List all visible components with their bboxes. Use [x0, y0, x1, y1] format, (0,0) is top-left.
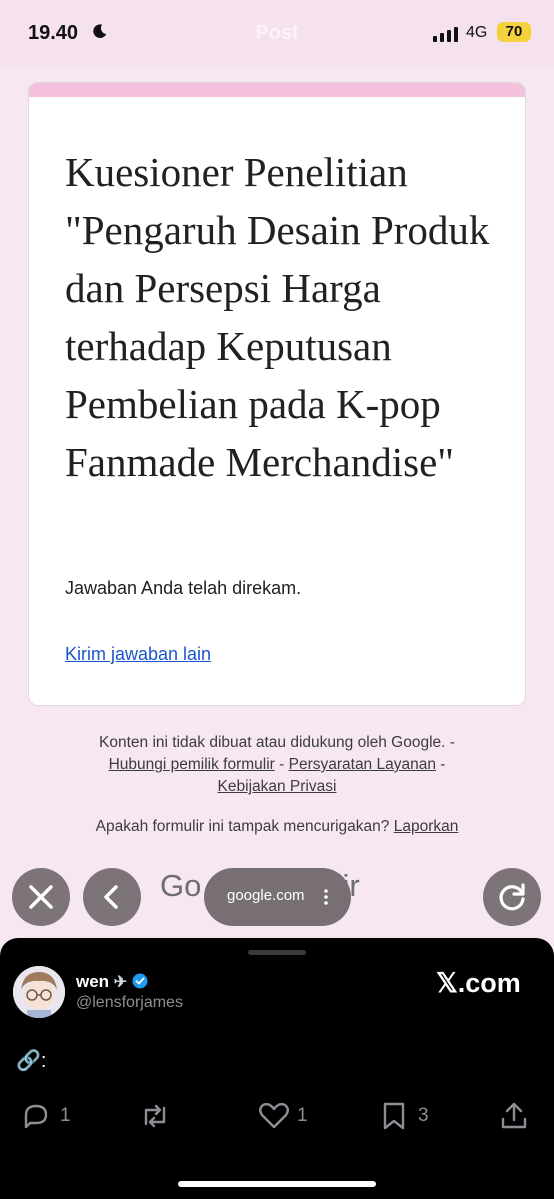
url-text: google.com: [227, 887, 305, 904]
url-pill[interactable]: google.com: [204, 868, 351, 926]
bookmark-button[interactable]: 3: [378, 1100, 438, 1132]
link-separator: -: [435, 756, 446, 773]
reply-count: 1: [60, 1105, 71, 1126]
tweet-handle: @lensforjames: [76, 994, 183, 1011]
report-prompt: Apakah formulir ini tampak mencurigakan?: [95, 818, 390, 835]
contact-owner-link[interactable]: Hubungi pemilik formulir: [109, 756, 275, 773]
share-icon: [501, 1102, 527, 1129]
report-link[interactable]: Laporkan: [394, 818, 459, 835]
reload-button[interactable]: [483, 868, 541, 926]
bookmark-icon: [383, 1102, 405, 1130]
like-count: 1: [297, 1105, 308, 1126]
status-bar: 19.40 Post 4G 70: [0, 0, 554, 66]
link-separator: -: [274, 756, 289, 773]
footer-links-row: Hubungi pemilik formulir - Persyaratan L…: [0, 754, 554, 776]
home-indicator[interactable]: [178, 1181, 376, 1187]
network-type: 4G: [466, 24, 488, 41]
repost-button[interactable]: [138, 1100, 178, 1132]
tweet-text: 🔗:: [16, 1050, 47, 1072]
privacy-link[interactable]: Kebijakan Privasi: [218, 778, 337, 795]
disclaimer-text: Konten ini tidak dibuat atau didukung ol…: [99, 734, 455, 751]
back-button[interactable]: [83, 868, 141, 926]
footer-disclaimer: Konten ini tidak dibuat atau didukung ol…: [0, 732, 554, 798]
avatar[interactable]: [13, 966, 65, 1018]
tweet-username[interactable]: wen ✈: [76, 972, 148, 992]
reply-icon: [24, 1104, 48, 1129]
x-logo-link[interactable]: 𝕏.com: [436, 968, 521, 999]
more-icon[interactable]: [324, 888, 328, 906]
verified-icon: [132, 973, 148, 989]
heart-icon: [259, 1102, 289, 1129]
form-title: Kuesioner Penelitian "Pengaruh Desain Pr…: [65, 149, 490, 485]
close-button[interactable]: [12, 868, 70, 926]
card-accent-bar: [29, 83, 525, 97]
battery-icon: 70: [497, 22, 531, 42]
report-row: Apakah formulir ini tampak mencurigakan?…: [0, 816, 554, 838]
reload-icon: [499, 883, 525, 911]
wing-icon: ✈: [113, 974, 128, 991]
close-icon: [29, 885, 53, 909]
avatar-illustration: [13, 966, 65, 1018]
repost-icon: [144, 1104, 166, 1128]
sheet-drag-handle[interactable]: [248, 950, 306, 955]
back-icon: [104, 885, 118, 909]
reply-button[interactable]: 1: [20, 1100, 80, 1132]
terms-link[interactable]: Persyaratan Layanan: [289, 756, 436, 773]
like-button[interactable]: 1: [257, 1100, 317, 1132]
logo-left: Go: [160, 868, 202, 903]
submit-another-link[interactable]: Kirim jawaban lain: [65, 644, 211, 665]
response-recorded-message: Jawaban Anda telah direkam.: [65, 578, 302, 598]
bookmark-count: 3: [418, 1105, 429, 1126]
signal-icon: [433, 26, 459, 42]
share-button[interactable]: [498, 1100, 532, 1132]
form-card: Kuesioner Penelitian "Pengaruh Desain Pr…: [28, 82, 526, 706]
tweet-sheet: wen ✈ @lensforjames 𝕏.com 🔗: 1 1 3: [0, 938, 554, 1199]
